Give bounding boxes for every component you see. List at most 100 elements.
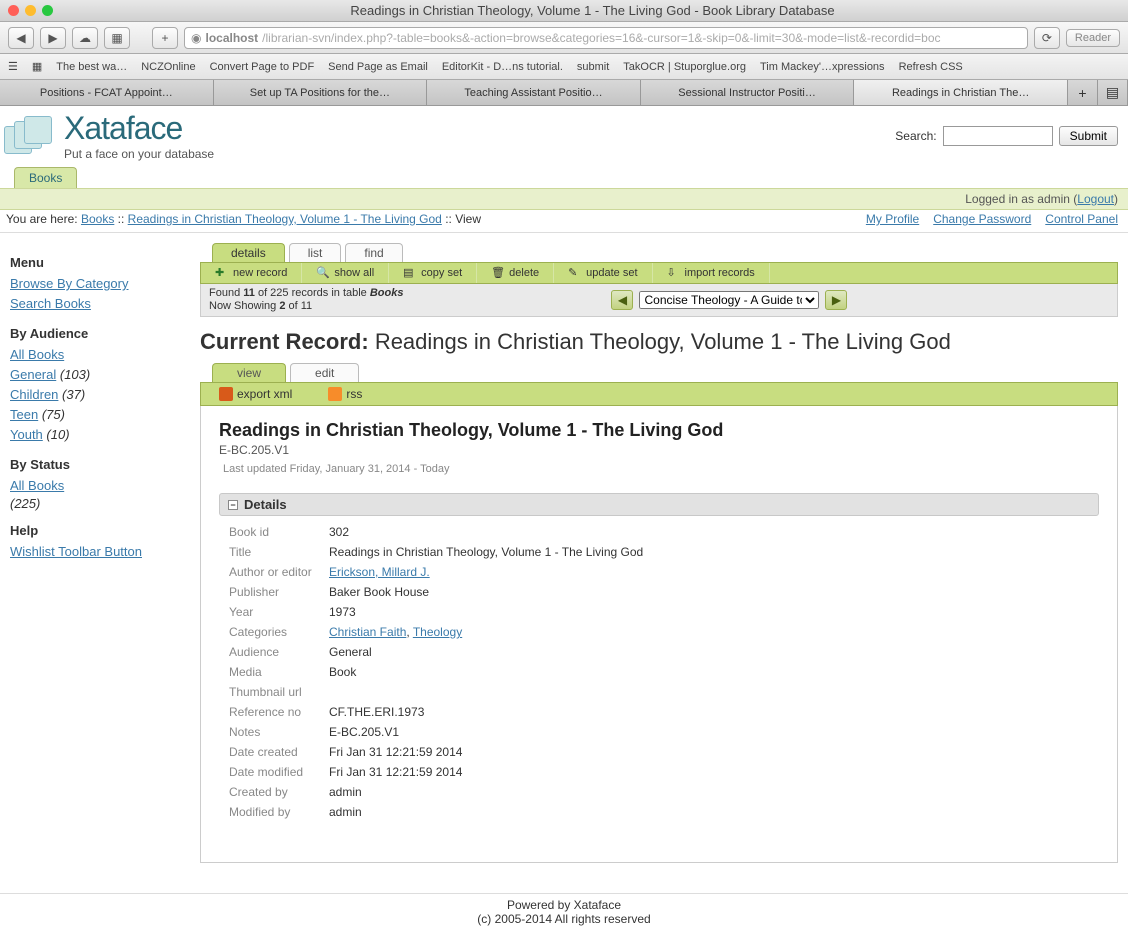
browser-tab[interactable]: Positions - FCAT Appoint… bbox=[0, 80, 214, 105]
submit-button[interactable]: Submit bbox=[1059, 126, 1118, 146]
bookmark-item[interactable]: TakOCR | Stuporglue.org bbox=[623, 61, 746, 73]
top-links: My Profile Change Password Control Panel bbox=[866, 212, 1118, 226]
trash-icon: 🗑 bbox=[491, 266, 505, 280]
copy-icon: ▤ bbox=[403, 266, 417, 280]
sidebar-aud-general[interactable]: General bbox=[10, 367, 56, 382]
sidebar-aud-all[interactable]: All Books bbox=[10, 347, 64, 362]
browser-tab[interactable]: Teaching Assistant Positio… bbox=[427, 80, 641, 105]
logo-icon bbox=[4, 116, 56, 156]
forward-button[interactable]: ▶ bbox=[40, 27, 66, 49]
collapse-icon[interactable]: − bbox=[228, 500, 238, 510]
main: Menu Browse By Category Search Books By … bbox=[0, 233, 1128, 883]
crumb-view: View bbox=[455, 212, 481, 226]
action-update-set[interactable]: ✎update set bbox=[554, 263, 652, 283]
browser-tab[interactable]: Set up TA Positions for the… bbox=[214, 80, 428, 105]
logo[interactable]: Xataface Put a face on your database bbox=[4, 110, 214, 161]
sidebar-help-link[interactable]: Wishlist Toolbar Button bbox=[10, 542, 170, 562]
link-change-password[interactable]: Change Password bbox=[933, 212, 1031, 226]
category-link[interactable]: Theology bbox=[413, 625, 462, 639]
tab-find[interactable]: find bbox=[345, 243, 402, 262]
sidebar-aud-teen[interactable]: Teen bbox=[10, 407, 38, 422]
login-text: Logged in as admin ( bbox=[965, 192, 1077, 206]
export-xml[interactable]: export xml bbox=[201, 385, 310, 403]
search-area: Search: Submit bbox=[895, 126, 1118, 146]
url-bar[interactable]: ◉ localhost /librarian-svn/index.php?-ta… bbox=[184, 27, 1028, 49]
url-host: localhost bbox=[205, 31, 258, 45]
sidebar-aud-youth[interactable]: Youth bbox=[10, 427, 43, 442]
bookmark-item[interactable]: EditorKit - D…ns tutorial. bbox=[442, 61, 563, 73]
browser-tab[interactable]: Sessional Instructor Positi… bbox=[641, 80, 855, 105]
sidebar-search-books[interactable]: Search Books bbox=[10, 294, 170, 314]
minimize-icon[interactable] bbox=[25, 5, 36, 16]
crumb-record[interactable]: Readings in Christian Theology, Volume 1… bbox=[128, 212, 442, 226]
record-updated: Last updated Friday, January 31, 2014 - … bbox=[223, 463, 1099, 475]
logout-link[interactable]: Logout bbox=[1077, 192, 1114, 206]
crumb-books[interactable]: Books bbox=[81, 212, 114, 226]
sidebar-browse-category[interactable]: Browse By Category bbox=[10, 274, 170, 294]
sidebar-aud-children[interactable]: Children bbox=[10, 387, 58, 402]
url-path: /librarian-svn/index.php?-table=books&-a… bbox=[262, 31, 940, 45]
current-record-heading: Current Record: Readings in Christian Th… bbox=[200, 329, 1118, 355]
reader-button[interactable]: Reader bbox=[1066, 29, 1120, 47]
prev-record-button[interactable]: ◀ bbox=[611, 290, 633, 310]
action-delete[interactable]: 🗑delete bbox=[477, 263, 554, 283]
bookmark-item[interactable]: Refresh CSS bbox=[899, 61, 963, 73]
bookmark-item[interactable]: Tim Mackey'…xpressions bbox=[760, 61, 885, 73]
record-selector: ◀ Concise Theology - A Guide to t ▶ bbox=[611, 290, 1109, 310]
bookmarks-button[interactable]: ▦ bbox=[104, 27, 130, 49]
bookmark-item[interactable]: Convert Page to PDF bbox=[210, 61, 315, 73]
link-control-panel[interactable]: Control Panel bbox=[1045, 212, 1118, 226]
globe-icon: ◉ bbox=[191, 31, 201, 45]
export-rss[interactable]: rss bbox=[310, 385, 380, 403]
sidebar-audience-heading: By Audience bbox=[10, 326, 170, 341]
xml-icon bbox=[219, 387, 233, 401]
login-suffix: ) bbox=[1114, 192, 1118, 206]
action-new-record[interactable]: ✚new record bbox=[201, 263, 302, 283]
details-header[interactable]: − Details bbox=[219, 493, 1099, 516]
app-header: Xataface Put a face on your database Sea… bbox=[0, 106, 1128, 161]
back-button[interactable]: ◀ bbox=[8, 27, 34, 49]
action-bar: ✚new record 🔍show all ▤copy set 🗑delete … bbox=[200, 262, 1118, 284]
sidebar: Menu Browse By Category Search Books By … bbox=[10, 243, 170, 863]
apps-icon[interactable]: ▦ bbox=[32, 60, 42, 73]
tab-view[interactable]: view bbox=[212, 363, 286, 382]
record-code: E-BC.205.V1 bbox=[219, 443, 1099, 457]
view-tabs: view edit bbox=[212, 363, 1118, 382]
import-icon: ⇩ bbox=[667, 266, 681, 280]
link-my-profile[interactable]: My Profile bbox=[866, 212, 919, 226]
sidebar-status-all[interactable]: All Books bbox=[10, 476, 170, 496]
tab-edit[interactable]: edit bbox=[290, 363, 359, 382]
sidebar-icon[interactable]: ☰ bbox=[8, 60, 18, 73]
tab-details[interactable]: details bbox=[212, 243, 285, 262]
category-link[interactable]: Christian Faith bbox=[329, 625, 406, 639]
action-show-all[interactable]: 🔍show all bbox=[302, 263, 389, 283]
add-button[interactable]: + bbox=[152, 27, 178, 49]
author-link[interactable]: Erickson, Millard J. bbox=[329, 565, 430, 579]
login-status: Logged in as admin (Logout) bbox=[0, 188, 1128, 210]
bookmark-item[interactable]: NCZOnline bbox=[141, 61, 195, 73]
browser-tab-active[interactable]: Readings in Christian The… bbox=[854, 80, 1068, 105]
sidebar-help-heading: Help bbox=[10, 523, 170, 538]
reload-button[interactable]: ⟳ bbox=[1034, 27, 1060, 49]
close-icon[interactable] bbox=[8, 5, 19, 16]
tab-books[interactable]: Books bbox=[14, 167, 77, 188]
next-record-button[interactable]: ▶ bbox=[825, 290, 847, 310]
search-input[interactable] bbox=[943, 126, 1053, 146]
record-box: Readings in Christian Theology, Volume 1… bbox=[200, 406, 1118, 863]
tab-list[interactable]: list bbox=[289, 243, 342, 262]
bookmarks-bar: ☰ ▦ The best wa… NCZOnline Convert Page … bbox=[0, 54, 1128, 80]
new-tab-button[interactable]: + bbox=[1068, 80, 1098, 105]
app-tabs: Books bbox=[0, 167, 1128, 188]
bookmark-item[interactable]: Send Page as Email bbox=[328, 61, 428, 73]
share-button[interactable]: ☁ bbox=[72, 27, 98, 49]
action-copy-set[interactable]: ▤copy set bbox=[389, 263, 477, 283]
zoom-icon[interactable] bbox=[42, 5, 53, 16]
action-import[interactable]: ⇩import records bbox=[653, 263, 770, 283]
bookmark-item[interactable]: submit bbox=[577, 61, 609, 73]
footer-copyright: (c) 2005-2014 All rights reserved bbox=[0, 912, 1128, 926]
bookmark-item[interactable]: The best wa… bbox=[56, 61, 127, 73]
details-table: Book id302 TitleReadings in Christian Th… bbox=[229, 522, 1099, 822]
tab-overflow-button[interactable]: ▤ bbox=[1098, 80, 1128, 105]
record-select[interactable]: Concise Theology - A Guide to t bbox=[639, 291, 819, 309]
plus-icon: ✚ bbox=[215, 266, 229, 280]
